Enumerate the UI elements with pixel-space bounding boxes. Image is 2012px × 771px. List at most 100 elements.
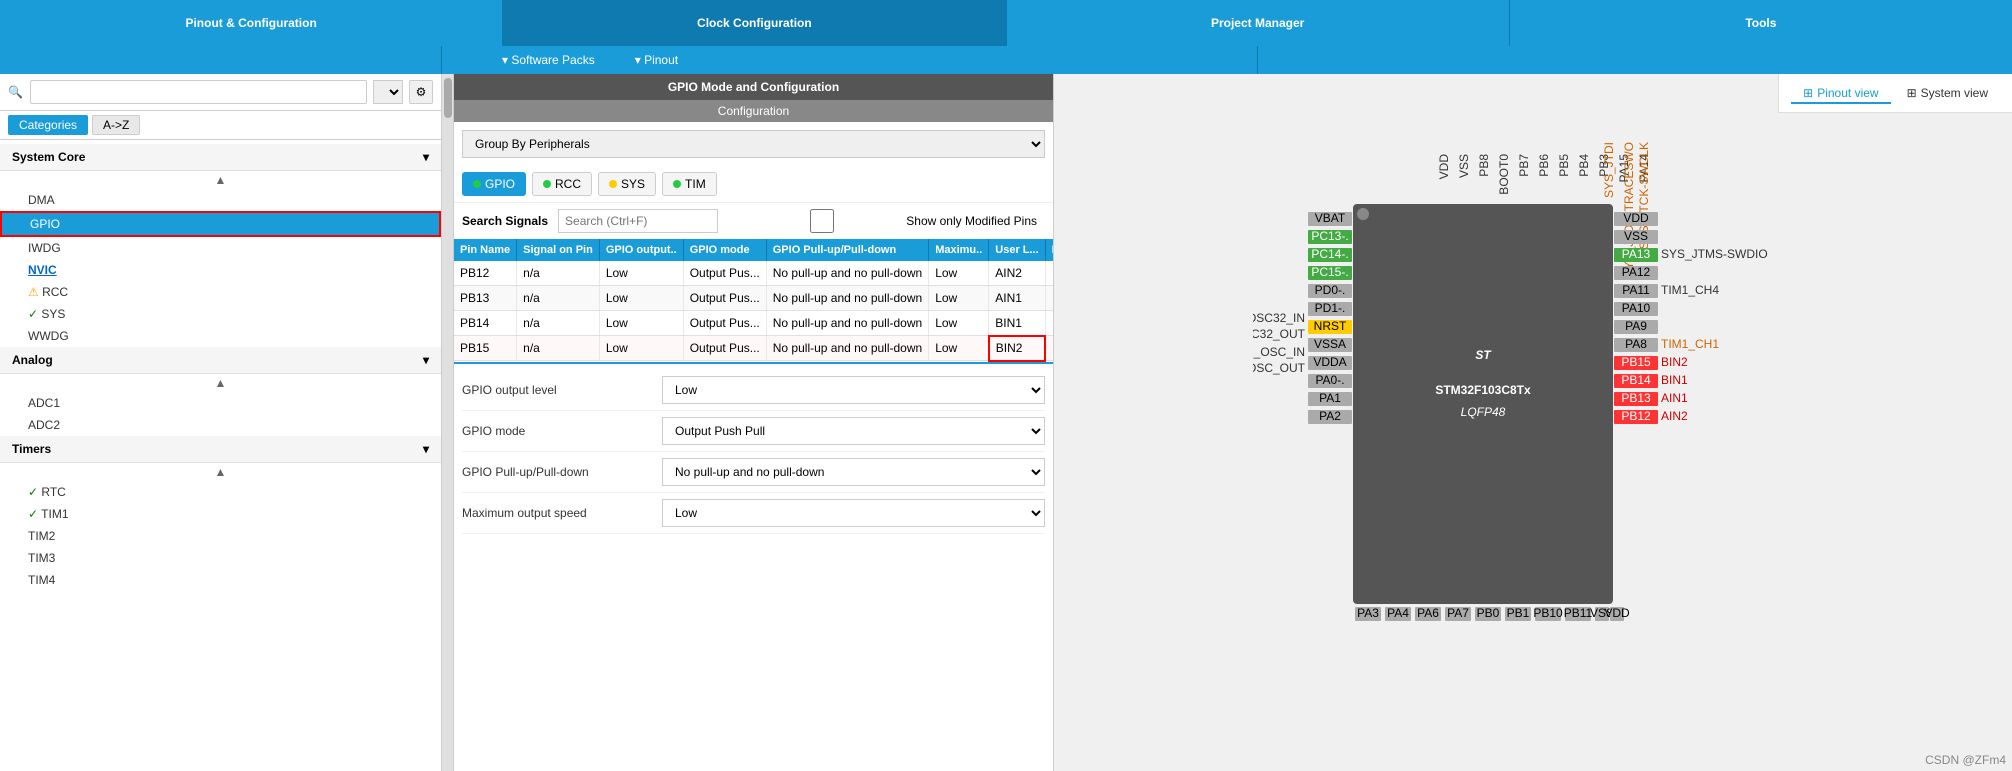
svg-text:TIM1_CH1: TIM1_CH1	[1661, 337, 1719, 351]
ic-chip-area: VDD VSS PB8 BOOT0 PB7 PB6 PB5 PB4 PB3 PA…	[1253, 124, 1813, 771]
main-content: 🔍 ⚙ Categories A->Z System Core ▾	[0, 74, 2012, 771]
sidebar-item-wwdg[interactable]: WWDG	[0, 325, 441, 347]
modified-cell	[1045, 311, 1053, 336]
gpio-table-wrapper: Pin Name Signal on Pin GPIO output.. GPI…	[454, 239, 1053, 362]
scroll-up-arrow[interactable]: ▲	[0, 171, 441, 189]
tab-az[interactable]: A->Z	[92, 115, 140, 135]
search-dropdown[interactable]	[373, 80, 403, 104]
signal-cell: n/a	[517, 311, 600, 336]
svg-text:PD0-.: PD0-.	[1315, 283, 1346, 297]
table-row[interactable]: PB13 n/a Low Output Pus... No pull-up an…	[454, 286, 1053, 311]
gpio-mode-cell: Output Pus...	[683, 311, 766, 336]
th-pull-up-down[interactable]: GPIO Pull-up/Pull-down	[766, 239, 928, 261]
gpio-output-level-label: GPIO output level	[462, 383, 662, 397]
svg-text:PA13: PA13	[1622, 247, 1651, 261]
pinout-nav[interactable]: ▾ Pinout	[635, 53, 678, 67]
svg-text:BOOT0: BOOT0	[1497, 154, 1511, 195]
sidebar-item-adc1[interactable]: ADC1	[0, 392, 441, 414]
scroll-up-arrow-2[interactable]: ▲	[0, 374, 441, 392]
gpio-mode-select[interactable]: Output Push Pull	[662, 417, 1045, 445]
sidebar-item-tim4[interactable]: TIM4	[0, 569, 441, 591]
svg-text:PB1: PB1	[1507, 606, 1530, 620]
gpio-mode-header: GPIO Mode and Configuration	[454, 74, 1053, 100]
config-header: Configuration	[454, 100, 1053, 122]
max-output-speed-select[interactable]: Low	[662, 499, 1045, 527]
system-view-icon: ⊞	[1907, 86, 1917, 100]
filter-tab-tim[interactable]: TIM	[662, 172, 717, 196]
tab-categories[interactable]: Categories	[8, 115, 88, 135]
search-icon[interactable]: 🔍	[8, 85, 24, 99]
sidebar-item-dma[interactable]: DMA	[0, 189, 441, 211]
th-max-speed[interactable]: Maximu..	[929, 239, 989, 261]
user-label-cell[interactable]: AIN2	[989, 261, 1045, 286]
category-system-core[interactable]: System Core ▾	[0, 144, 441, 171]
table-row[interactable]: PB15 n/a Low Output Pus... No pull-up an…	[454, 336, 1053, 361]
gpio-output-cell: Low	[599, 336, 683, 361]
category-timers[interactable]: Timers ▾	[0, 436, 441, 463]
scroll-up-arrow-3[interactable]: ▲	[0, 463, 441, 481]
sidebar-item-tim1[interactable]: ✓ TIM1	[0, 503, 441, 525]
group-by-select[interactable]: Group By Peripherals	[462, 130, 1045, 158]
tab-clock-config[interactable]: Clock Configuration	[503, 0, 1006, 46]
sidebar-item-rtc[interactable]: ✓ RTC	[0, 481, 441, 503]
software-packs-nav[interactable]: ▾ Software Packs	[502, 53, 595, 67]
filter-tab-gpio[interactable]: GPIO	[462, 172, 526, 196]
sidebar-tabs: Categories A->Z	[0, 111, 441, 140]
filter-tab-rcc[interactable]: RCC	[532, 172, 592, 196]
gpio-pull-up-down-select[interactable]: No pull-up and no pull-down	[662, 458, 1045, 486]
gpio-output-level-row: GPIO output level Low	[462, 370, 1045, 411]
show-modified-checkbox[interactable]	[742, 209, 902, 233]
sidebar-scrollbar[interactable]	[444, 78, 452, 118]
sidebar-item-adc2[interactable]: ADC2	[0, 414, 441, 436]
system-view-button[interactable]: ⊞ System view	[1895, 82, 2000, 104]
svg-text:PA4: PA4	[1387, 606, 1409, 620]
signal-cell: n/a	[517, 286, 600, 311]
filter-tabs: GPIO RCC SYS TIM	[454, 166, 1053, 203]
right-panel: ⊞ Pinout view ⊞ System view VDD VSS PB8 …	[1054, 74, 2012, 771]
svg-text:PA8: PA8	[1625, 337, 1647, 351]
sidebar-item-sys[interactable]: ✓ SYS	[0, 303, 441, 325]
th-pin-name[interactable]: Pin Name	[454, 239, 517, 261]
user-label-cell[interactable]: BIN2	[989, 336, 1045, 361]
th-signal[interactable]: Signal on Pin	[517, 239, 600, 261]
gpio-mode-cell: Output Pus...	[683, 336, 766, 361]
user-label-cell[interactable]: AIN1	[989, 286, 1045, 311]
sidebar-item-gpio[interactable]: GPIO	[0, 211, 441, 237]
table-row[interactable]: PB14 n/a Low Output Pus... No pull-up an…	[454, 311, 1053, 336]
tab-project-manager[interactable]: Project Manager	[1007, 0, 1510, 46]
settings-gear-button[interactable]: ⚙	[409, 80, 433, 104]
th-gpio-mode[interactable]: GPIO mode	[683, 239, 766, 261]
svg-text:PA3: PA3	[1357, 606, 1379, 620]
search-input[interactable]	[30, 80, 367, 104]
sidebar-item-rcc[interactable]: ⚠ RCC	[0, 281, 441, 303]
sidebar-item-tim2[interactable]: TIM2	[0, 525, 441, 547]
th-user-label[interactable]: User L...	[989, 239, 1045, 261]
th-modified[interactable]: Modifi...	[1045, 239, 1053, 261]
gpio-output-cell: Low	[599, 311, 683, 336]
tab-pinout-config[interactable]: Pinout & Configuration	[0, 0, 503, 46]
sidebar-item-nvic[interactable]: NVIC	[0, 259, 441, 281]
chip-name: STM32F103C8Tx	[1435, 383, 1531, 397]
pull-up-down-cell: No pull-up and no pull-down	[766, 286, 928, 311]
tim-dot	[673, 180, 681, 188]
signal-search-input[interactable]	[558, 209, 718, 233]
gpio-output-level-select[interactable]: Low	[662, 376, 1045, 404]
svg-text:VDD: VDD	[1604, 606, 1630, 620]
sys-dot	[609, 180, 617, 188]
max-output-speed-row: Maximum output speed Low	[462, 493, 1045, 534]
table-row[interactable]: PB12 n/a Low Output Pus... No pull-up an…	[454, 261, 1053, 286]
gpio-output-cell: Low	[599, 286, 683, 311]
pull-up-down-cell: No pull-up and no pull-down	[766, 311, 928, 336]
signal-cell: n/a	[517, 261, 600, 286]
user-label-cell[interactable]: BIN1	[989, 311, 1045, 336]
category-analog[interactable]: Analog ▾	[0, 347, 441, 374]
sidebar-item-tim3[interactable]: TIM3	[0, 547, 441, 569]
group-by-row: Group By Peripherals	[454, 122, 1053, 166]
pinout-view-button[interactable]: ⊞ Pinout view	[1791, 82, 1890, 104]
gpio-mode-cell: Output Pus...	[683, 286, 766, 311]
svg-text:PA2: PA2	[1319, 409, 1341, 423]
filter-tab-sys[interactable]: SYS	[598, 172, 656, 196]
th-gpio-output[interactable]: GPIO output..	[599, 239, 683, 261]
tab-tools[interactable]: Tools	[1510, 0, 2012, 46]
sidebar-item-iwdg[interactable]: IWDG	[0, 237, 441, 259]
